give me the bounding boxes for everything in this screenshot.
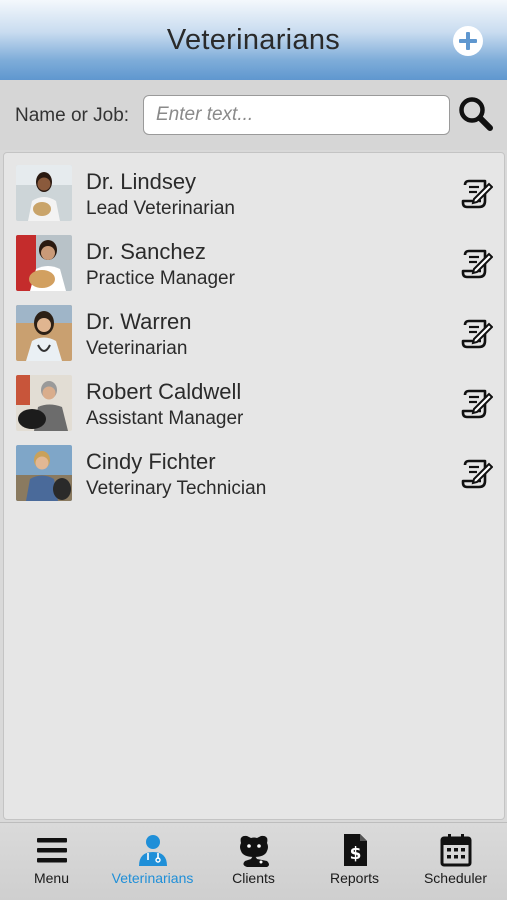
vet-job: Assistant Manager	[86, 408, 244, 429]
vet-job: Veterinary Technician	[86, 478, 267, 499]
search-label: Name or Job:	[15, 105, 130, 126]
hamburger-icon	[36, 838, 67, 863]
tab-label: Veterinarians	[111, 870, 194, 886]
edit-icon[interactable]	[459, 387, 493, 421]
vet-name: Dr. Lindsey	[86, 169, 197, 194]
vet-name: Cindy Fichter	[86, 449, 216, 474]
list-item[interactable]: Dr. Lindsey Lead Veterinarian	[4, 155, 504, 225]
vet-job: Practice Manager	[86, 268, 235, 289]
search-input[interactable]	[143, 95, 450, 135]
bottom-tab-bar: Menu Veterinarians Clients $ Reports Sch…	[0, 822, 507, 900]
tab-label: Scheduler	[423, 870, 488, 886]
tab-veterinarians[interactable]: Veterinarians	[102, 831, 203, 897]
avatar	[16, 375, 72, 431]
pets-icon	[239, 835, 269, 867]
list-item[interactable]: Robert Caldwell Assistant Manager	[4, 365, 504, 435]
vet-name: Dr. Sanchez	[86, 239, 206, 264]
avatar	[16, 305, 72, 361]
plus-circle-icon	[454, 27, 482, 55]
tab-reports[interactable]: $ Reports	[304, 831, 405, 897]
list-item[interactable]: Dr. Warren Veterinarian	[4, 295, 504, 365]
header-bar: Veterinarians	[0, 0, 507, 80]
vet-name: Dr. Warren	[86, 309, 192, 334]
doctor-icon	[138, 835, 167, 866]
edit-icon[interactable]	[459, 247, 493, 281]
dollar-document-icon: $	[343, 834, 367, 866]
edit-icon[interactable]	[459, 457, 493, 491]
avatar	[16, 235, 72, 291]
vet-job: Lead Veterinarian	[86, 198, 235, 219]
tab-label: Clients	[232, 870, 275, 886]
add-veterinarian-button[interactable]	[453, 26, 483, 56]
tab-label: Reports	[329, 870, 380, 886]
veterinarian-list: Dr. Lindsey Lead Veterinarian Dr. Sanche…	[3, 152, 505, 820]
tab-label: Menu	[33, 870, 70, 886]
tab-clients[interactable]: Clients	[203, 831, 304, 897]
page-title: Veterinarians	[166, 23, 341, 56]
edit-icon[interactable]	[459, 317, 493, 351]
vet-job: Veterinarian	[86, 338, 188, 359]
list-item[interactable]: Dr. Sanchez Practice Manager	[4, 225, 504, 295]
search-bar: Name or Job:	[0, 80, 507, 150]
avatar	[16, 165, 72, 221]
tab-scheduler[interactable]: Scheduler	[405, 831, 506, 897]
vet-name: Robert Caldwell	[86, 379, 242, 404]
svg-text:$: $	[349, 844, 361, 864]
avatar	[16, 445, 72, 501]
edit-icon[interactable]	[459, 177, 493, 211]
calendar-icon	[440, 834, 471, 867]
tab-menu[interactable]: Menu	[1, 831, 102, 897]
list-item[interactable]: Cindy Fichter Veterinary Technician	[4, 435, 504, 505]
magnifier-icon[interactable]	[458, 96, 494, 132]
